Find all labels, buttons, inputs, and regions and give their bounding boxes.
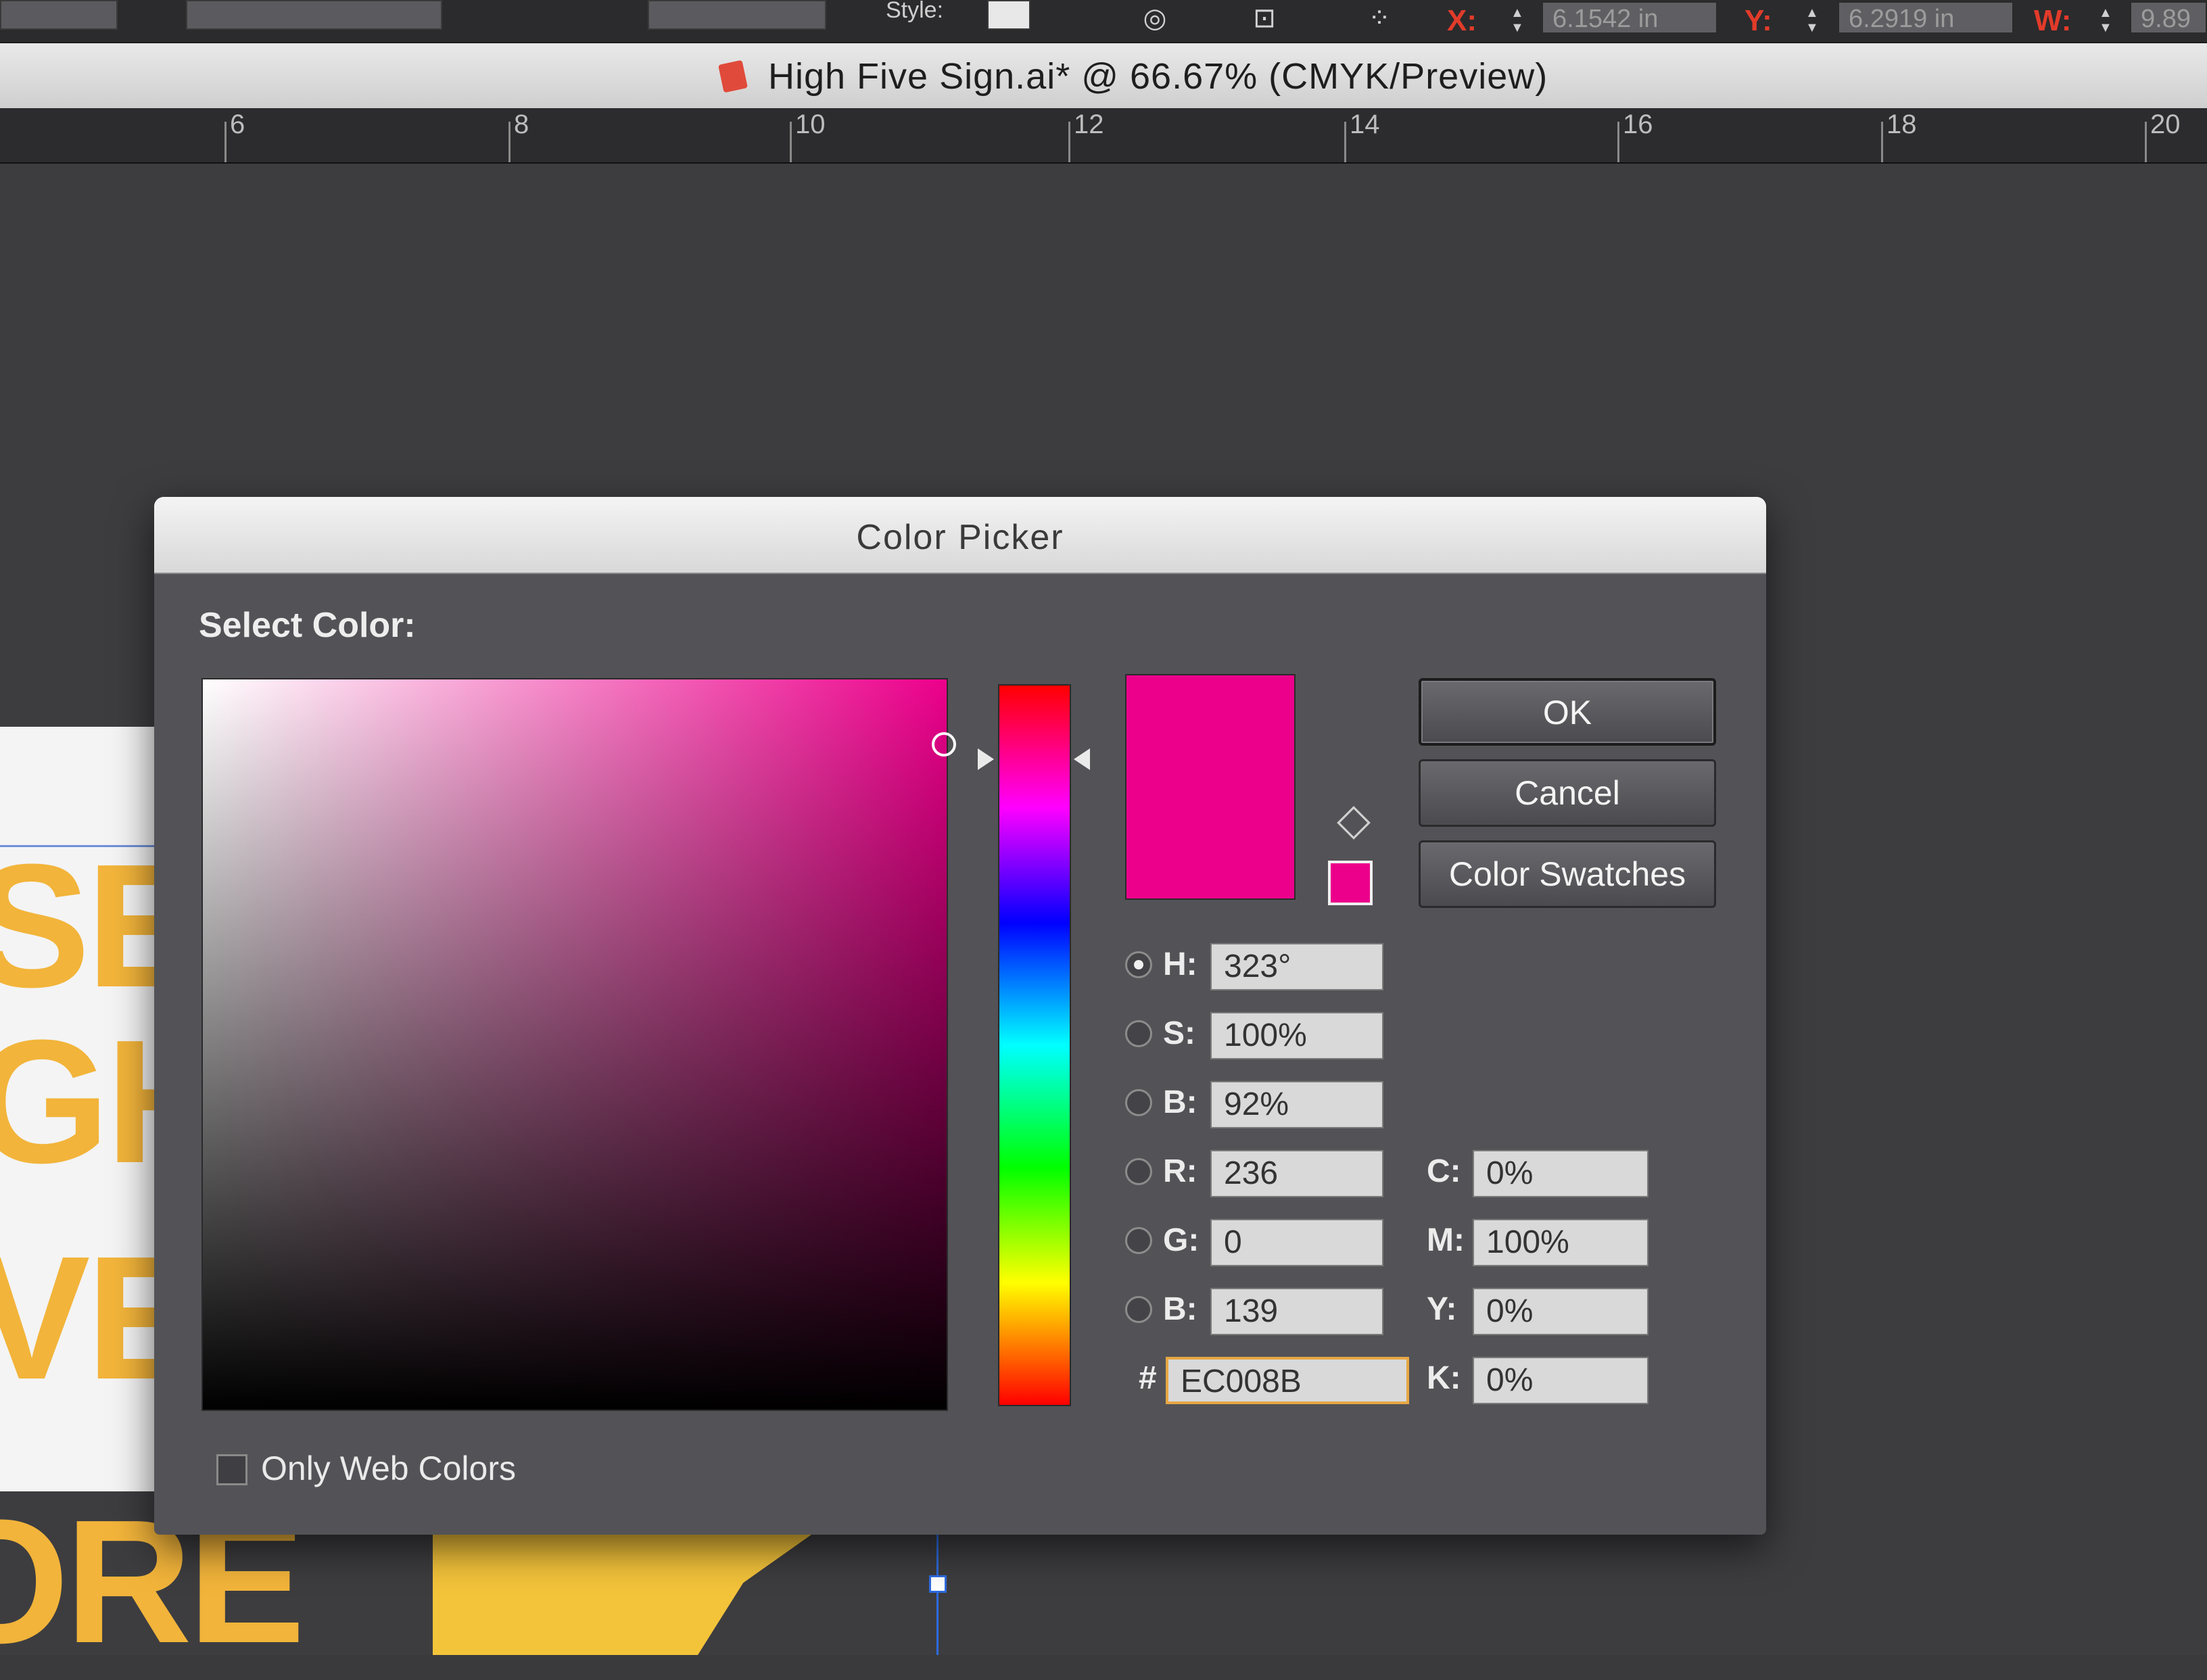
blue-input[interactable]: 139: [1210, 1288, 1383, 1335]
saturation-label: S:: [1163, 1015, 1195, 1051]
select-color-label: Select Color:: [199, 606, 416, 645]
ruler-tick: [1617, 122, 1619, 162]
black-input[interactable]: 0%: [1473, 1357, 1648, 1404]
hue-input[interactable]: 323°: [1210, 943, 1383, 990]
green-label: G:: [1163, 1222, 1200, 1258]
hex-input[interactable]: EC008B: [1166, 1357, 1409, 1404]
ruler-label: 12: [1074, 110, 1104, 139]
hue-label: H:: [1163, 946, 1197, 982]
path-segment: [936, 1535, 939, 1655]
style-label: Style:: [886, 0, 944, 23]
red-input[interactable]: 236: [1210, 1150, 1383, 1197]
control-bar-field[interactable]: [0, 0, 118, 30]
illustrator-document-icon: [718, 59, 748, 93]
ruler-label: 10: [795, 110, 826, 139]
ruler-label: 18: [1886, 110, 1917, 139]
ruler-tick: [508, 122, 511, 162]
color-swatches-button[interactable]: Color Swatches: [1419, 840, 1716, 908]
brightness-input[interactable]: 92%: [1210, 1081, 1383, 1128]
w-stepper[interactable]: ▲ ▼: [2099, 5, 2112, 37]
color-picker-dialog: Color Picker Select Color: H: 323° S: 10…: [154, 497, 1766, 1535]
green-input[interactable]: 0: [1210, 1219, 1383, 1266]
horizontal-ruler[interactable]: 6 8 10 12 14 16 18 20: [0, 108, 2207, 164]
only-web-colors-label: Only Web Colors: [261, 1449, 516, 1487]
blue-label: B:: [1163, 1291, 1197, 1327]
black-label: K:: [1427, 1360, 1461, 1396]
hue-slider-left-arrow[interactable]: [978, 748, 994, 770]
y-input[interactable]: 6.2919 in: [1838, 1, 2014, 34]
web-safe-color-swatch[interactable]: [1328, 861, 1373, 905]
w-input[interactable]: 9.89: [2130, 1, 2207, 34]
brightness-label: B:: [1163, 1084, 1197, 1120]
control-bar-field[interactable]: [648, 0, 826, 30]
x-label: X:: [1447, 4, 1477, 37]
y-label: Y:: [1745, 4, 1772, 37]
red-radio[interactable]: [1125, 1158, 1152, 1185]
green-radio[interactable]: [1125, 1227, 1152, 1254]
x-input[interactable]: 6.1542 in: [1542, 1, 1717, 34]
recolor-icon[interactable]: ◎: [1135, 3, 1175, 37]
ruler-label: 20: [2150, 110, 2181, 139]
y-stepper[interactable]: ▲ ▼: [1805, 5, 1819, 37]
blue-radio[interactable]: [1125, 1296, 1152, 1323]
color-field-cursor[interactable]: [932, 732, 956, 757]
cyan-input[interactable]: 0%: [1473, 1150, 1648, 1197]
yellow-input[interactable]: 0%: [1473, 1288, 1648, 1335]
magenta-label: M:: [1427, 1222, 1465, 1258]
only-web-colors-checkbox[interactable]: [216, 1454, 247, 1485]
ruler-tick: [224, 122, 227, 162]
cancel-button[interactable]: Cancel: [1419, 759, 1716, 827]
w-label: W:: [2034, 4, 2072, 37]
red-label: R:: [1163, 1153, 1197, 1189]
hue-radio[interactable]: [1125, 951, 1152, 978]
ruler-label: 8: [514, 110, 529, 139]
anchor-point[interactable]: [929, 1575, 947, 1593]
style-swatch[interactable]: [987, 0, 1030, 30]
saturation-input[interactable]: 100%: [1210, 1012, 1383, 1059]
web-safe-cube-icon[interactable]: [1337, 806, 1371, 840]
color-preview-swatch: [1125, 674, 1296, 900]
ok-button[interactable]: OK: [1419, 678, 1716, 746]
hue-slider[interactable]: [998, 684, 1071, 1406]
x-stepper[interactable]: ▲ ▼: [1511, 5, 1524, 37]
saturation-brightness-field[interactable]: [201, 678, 948, 1411]
control-bar: Style: ◎ ⊡ ⁘ X: ▲ ▼ 6.1542 in Y: ▲ ▼ 6.291…: [0, 0, 2207, 43]
ruler-tick: [1344, 122, 1346, 162]
magenta-input[interactable]: 100%: [1473, 1219, 1648, 1266]
brightness-radio[interactable]: [1125, 1089, 1152, 1116]
document-title: High Five Sign.ai* @ 66.67% (CMYK/Previe…: [768, 56, 1548, 97]
reference-point-icon[interactable]: ⁘: [1359, 3, 1400, 37]
ruler-tick: [1881, 122, 1883, 162]
saturation-radio[interactable]: [1125, 1020, 1152, 1047]
transform-icon[interactable]: ⊡: [1244, 3, 1285, 37]
dialog-title: Color Picker: [856, 518, 1064, 557]
ruler-tick: [2145, 122, 2147, 162]
dialog-titlebar[interactable]: Color Picker: [154, 497, 1766, 574]
hue-slider-right-arrow[interactable]: [1074, 748, 1090, 770]
ruler-tick: [1068, 122, 1070, 162]
control-bar-field[interactable]: [186, 0, 442, 30]
ruler-label: 14: [1350, 110, 1380, 139]
hex-label: #: [1139, 1360, 1157, 1396]
ruler-label: 6: [230, 110, 245, 139]
ruler-tick: [790, 122, 792, 162]
cyan-label: C:: [1427, 1153, 1461, 1189]
document-tab[interactable]: High Five Sign.ai* @ 66.67% (CMYK/Previe…: [0, 43, 2207, 110]
ruler-label: 16: [1623, 110, 1653, 139]
yellow-label: Y:: [1427, 1291, 1457, 1327]
